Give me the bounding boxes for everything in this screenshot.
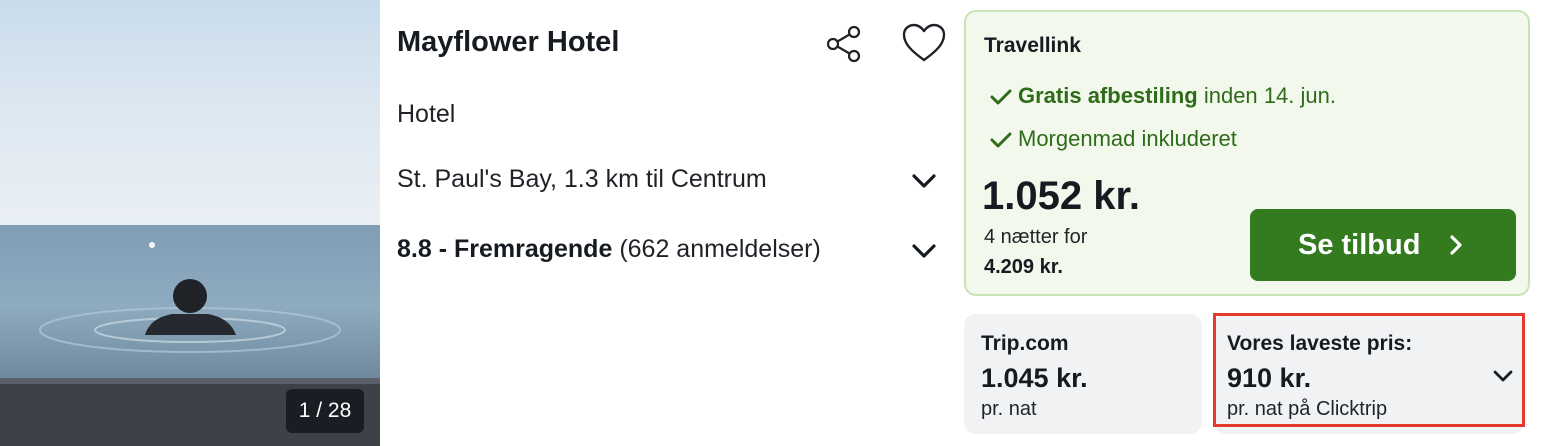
lowest-price-offer[interactable]: Vores laveste pris: 910 kr. pr. nat på C…	[1214, 314, 1524, 434]
chevron-down-icon	[912, 174, 936, 188]
free-cancellation-feature: Gratis afbestiling inden 14. jun.	[990, 83, 1336, 109]
check-icon	[990, 132, 1012, 148]
see-offer-label: Se tilbud	[1298, 229, 1421, 261]
see-offer-button[interactable]: Se tilbud	[1250, 209, 1516, 281]
breakfast-label: Morgenmad inkluderet	[1018, 126, 1237, 151]
heart-icon	[902, 23, 946, 62]
photo-image	[0, 0, 380, 446]
cancellation-label: Gratis afbestiling	[1018, 83, 1198, 108]
rating-score: 8.8 - Fremragende	[397, 235, 613, 263]
offer-provider: Travellink	[984, 34, 1081, 57]
lowest-price-value: 910 kr.	[1227, 363, 1312, 393]
photo-counter: 1 / 28	[286, 389, 364, 433]
lowest-price-label: Vores laveste pris:	[1227, 332, 1413, 355]
property-type: Hotel	[397, 100, 456, 128]
favorite-button[interactable]	[900, 20, 948, 66]
breakfast-feature: Morgenmad inkluderet	[990, 126, 1237, 152]
hotel-name[interactable]: Mayflower Hotel	[397, 26, 619, 59]
total-price: 4.209 kr.	[984, 256, 1063, 278]
nights-label: 4 nætter for	[984, 226, 1088, 248]
lowest-price-unit: pr. nat på Clicktrip	[1227, 398, 1388, 420]
chevron-down-icon	[1493, 370, 1513, 382]
rating-row[interactable]: 8.8 - Fremragende (662 anmeldelser)	[397, 235, 942, 269]
rating-text: 8.8 - Fremragende (662 anmeldelser)	[397, 235, 821, 264]
check-icon	[990, 89, 1012, 105]
share-button[interactable]	[822, 22, 866, 66]
hotel-photo[interactable]: 1 / 28	[0, 0, 380, 446]
alt-offer-unit: pr. nat	[981, 398, 1037, 420]
cancellation-deadline: inden 14. jun.	[1197, 83, 1336, 108]
alt-offer-tripcom[interactable]: Trip.com 1.045 kr. pr. nat	[964, 314, 1202, 434]
offer-price: 1.052 kr.	[982, 174, 1140, 218]
chevron-down-icon	[912, 244, 936, 258]
alt-offer-provider: Trip.com	[981, 332, 1069, 355]
alt-offer-price: 1.045 kr.	[981, 363, 1088, 393]
chevron-right-icon	[1450, 235, 1462, 255]
review-count: (662 anmeldelser)	[619, 235, 821, 263]
location-text: St. Paul's Bay, 1.3 km til Centrum	[397, 165, 767, 193]
main-offer-card[interactable]: Travellink Gratis afbestiling inden 14. …	[964, 10, 1530, 296]
location-row[interactable]: St. Paul's Bay, 1.3 km til Centrum	[397, 165, 942, 199]
share-icon	[826, 25, 861, 63]
